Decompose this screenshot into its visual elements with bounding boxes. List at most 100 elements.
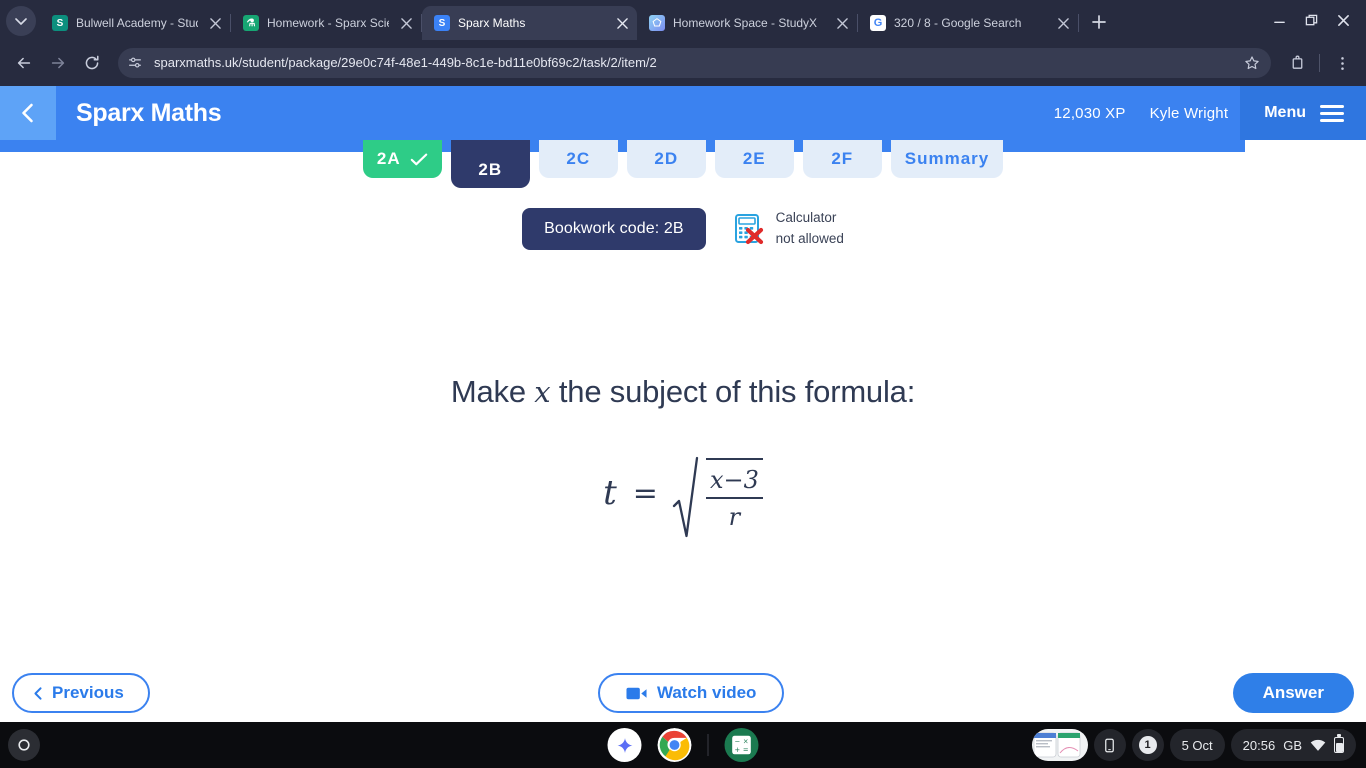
- chevron-left-icon: [22, 103, 33, 123]
- task-tab-label: 2B: [478, 160, 503, 179]
- task-tab-2c[interactable]: 2C: [538, 140, 618, 178]
- question-prompt: Make x the subject of this formula:: [0, 374, 1366, 410]
- question-text-after: the subject of this formula:: [558, 374, 916, 409]
- app-header: Sparx Maths 12,030 XP Kyle Wright Menu: [0, 86, 1366, 140]
- gemini-icon[interactable]: [607, 728, 642, 762]
- clock-text: 20:56: [1242, 737, 1276, 753]
- calculator-line-2: not allowed: [775, 231, 844, 246]
- tab-close-button[interactable]: [613, 14, 631, 32]
- task-tab-2f[interactable]: 2F: [802, 140, 882, 178]
- plus-icon: [1092, 15, 1106, 29]
- calculator-glyph-icon: − × + =: [732, 735, 751, 755]
- back-button[interactable]: [8, 47, 40, 79]
- calculator-icon[interactable]: − × + =: [724, 728, 759, 762]
- watch-video-button[interactable]: Watch video: [597, 673, 785, 713]
- forward-arrow-icon: [51, 57, 65, 69]
- bookmark-star-icon[interactable]: [1239, 50, 1265, 76]
- user-name: Kyle Wright: [1149, 104, 1229, 122]
- browser-tab[interactable]: ⚗ Homework - Sparx Science: [231, 6, 421, 40]
- address-bar[interactable]: sparxmaths.uk/student/package/29e0c74f-4…: [118, 48, 1271, 78]
- close-window-button[interactable]: [1328, 6, 1358, 34]
- tab-title: Bulwell Academy - Student Ho: [76, 16, 198, 30]
- tab-title: Sparx Maths: [458, 16, 526, 30]
- chevron-left-icon: [34, 686, 42, 700]
- task-tab-2d[interactable]: 2D: [626, 140, 706, 178]
- browser-menu-button[interactable]: [1326, 47, 1358, 79]
- formula-lhs: t: [603, 473, 617, 514]
- task-tab-summary[interactable]: Summary: [890, 140, 1004, 178]
- meta-row: Bookwork code: 2B Calculator not allowed: [0, 208, 1366, 250]
- svg-text:=: =: [743, 746, 749, 754]
- tab-close-button[interactable]: [397, 14, 415, 32]
- sparx-science-icon: ⚗: [243, 15, 259, 31]
- answer-label: Answer: [1262, 683, 1324, 702]
- maximize-button[interactable]: [1296, 6, 1326, 34]
- extensions-icon: [1292, 55, 1302, 69]
- omnibox-actions: [1239, 50, 1265, 76]
- browser-tab[interactable]: ⬠ Homework Space - StudyX: [637, 6, 857, 40]
- menu-button[interactable]: Menu: [1240, 86, 1366, 140]
- site-settings-icon[interactable]: [122, 50, 148, 76]
- task-tab-2b[interactable]: 2B: [450, 140, 530, 188]
- tab-title: Homework - Sparx Science: [267, 16, 389, 30]
- notification-count: 1: [1138, 736, 1157, 754]
- google-icon: G: [870, 15, 886, 31]
- question-text-before: Make: [450, 374, 526, 409]
- locale-text: GB: [1283, 737, 1302, 753]
- app-back-button[interactable]: [0, 86, 56, 140]
- launcher-circle-icon: [18, 739, 30, 751]
- task-tab-label: 2D: [654, 149, 679, 168]
- sparx-maths-page: Sparx Maths 12,030 XP Kyle Wright Menu 2…: [0, 86, 1366, 722]
- reload-button[interactable]: [76, 47, 108, 79]
- formula-display: t = x−3 r: [0, 456, 1366, 538]
- notification-button[interactable]: 1: [1131, 729, 1164, 761]
- minimize-button[interactable]: [1264, 6, 1294, 34]
- tab-search-button[interactable]: [6, 6, 36, 36]
- new-tab-button[interactable]: [1085, 8, 1113, 36]
- bookwork-code-badge: Bookwork code: 2B: [522, 208, 706, 250]
- task-tab-bar: 2A 2B 2C 2D 2E 2F Summary: [0, 140, 1366, 188]
- back-arrow-icon: [17, 57, 31, 69]
- tab-divider: [1078, 14, 1079, 32]
- date-button[interactable]: 5 Oct: [1169, 729, 1225, 761]
- previous-label: Previous: [52, 683, 124, 702]
- tab-close-button[interactable]: [1054, 14, 1072, 32]
- task-tab-label: 2F: [831, 149, 854, 168]
- extensions-button[interactable]: [1281, 47, 1313, 79]
- task-tab-2e[interactable]: 2E: [714, 140, 794, 178]
- chevron-down-icon: [15, 18, 27, 25]
- svg-text:×: ×: [743, 737, 749, 745]
- battery-icon: [1334, 734, 1344, 753]
- fraction: x−3 r: [705, 458, 763, 531]
- close-icon: [616, 17, 628, 29]
- phone-hub-icon[interactable]: [1093, 729, 1126, 761]
- tab-close-button[interactable]: [206, 14, 224, 32]
- launcher-button[interactable]: [8, 729, 40, 761]
- shelf-divider: [707, 734, 709, 756]
- tab-close-button[interactable]: [833, 14, 851, 32]
- tune-icon: [129, 57, 141, 68]
- status-area[interactable]: 20:56 GB: [1230, 729, 1356, 761]
- window-preview-icon[interactable]: [1031, 729, 1088, 761]
- browser-tab-active[interactable]: S Sparx Maths: [422, 6, 637, 40]
- hamburger-icon: [1320, 104, 1344, 122]
- question-variable: x: [534, 375, 551, 409]
- phone-icon: [1105, 738, 1114, 752]
- browser-tab[interactable]: G 320 / 8 - Google Search: [858, 6, 1078, 40]
- task-tab-label: Summary: [904, 149, 990, 168]
- reload-icon: [85, 55, 99, 70]
- date-text: 5 Oct: [1181, 737, 1213, 753]
- fraction-numerator: x−3: [709, 466, 759, 494]
- chrome-icon[interactable]: [657, 728, 692, 762]
- wifi-icon: [1310, 739, 1326, 751]
- forward-button[interactable]: [42, 47, 74, 79]
- app-header-right: 12,030 XP Kyle Wright Menu: [1042, 86, 1366, 140]
- answer-button[interactable]: Answer: [1232, 673, 1354, 713]
- radical-sign-icon: [672, 456, 706, 538]
- browser-tab[interactable]: S Bulwell Academy - Student Ho: [40, 6, 230, 40]
- previous-button[interactable]: Previous: [12, 673, 150, 713]
- maximize-icon: [1305, 14, 1317, 25]
- task-tab-label: 2A: [376, 149, 401, 168]
- task-tab-2a[interactable]: 2A: [362, 140, 442, 178]
- calculator-status: Calculator not allowed: [734, 208, 844, 250]
